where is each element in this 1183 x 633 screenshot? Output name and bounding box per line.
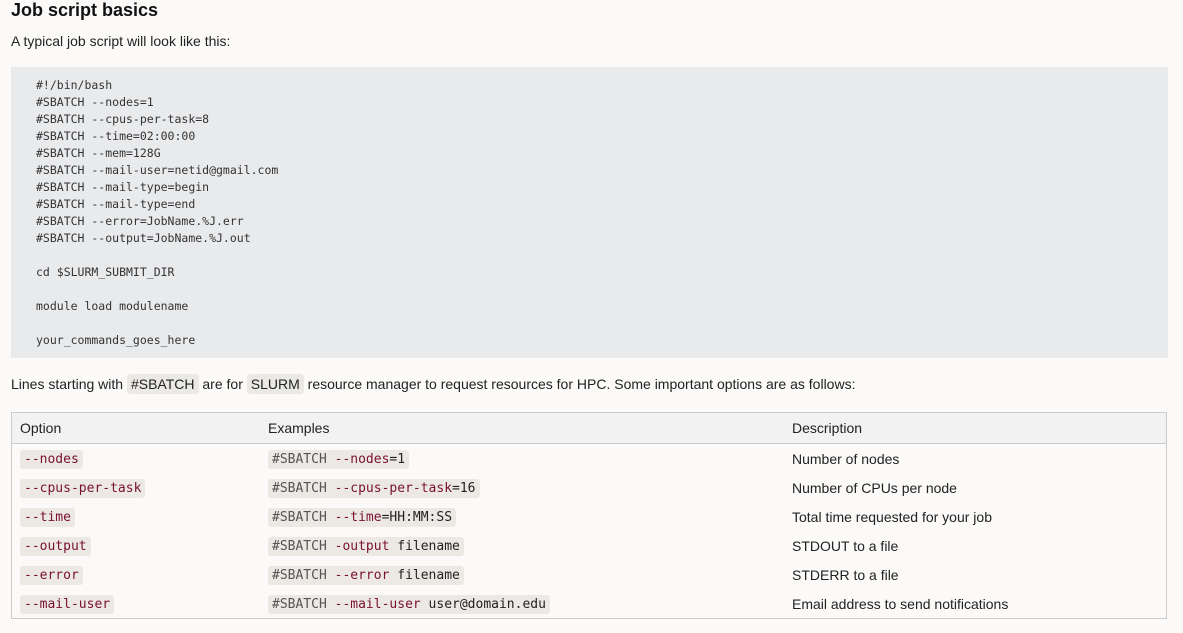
column-header: Description bbox=[784, 413, 1167, 444]
example-prefix: #SBATCH bbox=[272, 510, 335, 525]
options-lead: Lines starting with #SBATCH are for SLUR… bbox=[11, 376, 855, 392]
column-header: Option bbox=[12, 413, 261, 444]
option-code: --time bbox=[20, 508, 75, 527]
example-value: =1 bbox=[389, 452, 405, 467]
example-code: #SBATCH --cpus-per-task=16 bbox=[268, 479, 480, 498]
example-code: #SBATCH --error filename bbox=[268, 566, 464, 585]
option-code: --output bbox=[20, 537, 91, 556]
description: Email address to send notifications bbox=[784, 589, 1167, 619]
intro-text: A typical job script will look like this… bbox=[11, 33, 230, 49]
lead-text: resource manager to request resources fo… bbox=[308, 376, 856, 392]
example-option: --mail-user bbox=[335, 597, 421, 612]
table-row: --mail-user #SBATCH --mail-user user@dom… bbox=[12, 589, 1167, 619]
option-code: --error bbox=[20, 566, 83, 585]
example-prefix: #SBATCH bbox=[272, 568, 335, 583]
example-value: =HH:MM:SS bbox=[382, 510, 452, 525]
example-value: =16 bbox=[452, 481, 475, 496]
option-code: --mail-user bbox=[20, 595, 114, 614]
description: Number of nodes bbox=[784, 444, 1167, 474]
options-table: Option Examples Description --nodes #SBA… bbox=[11, 412, 1167, 619]
example-option: --nodes bbox=[335, 452, 390, 467]
example-prefix: #SBATCH bbox=[272, 452, 335, 467]
description: Total time requested for your job bbox=[784, 502, 1167, 531]
example-prefix: #SBATCH bbox=[272, 597, 335, 612]
example-option: -output bbox=[335, 539, 390, 554]
example-option: --cpus-per-task bbox=[335, 481, 452, 496]
example-code: #SBATCH --mail-user user@domain.edu bbox=[268, 595, 550, 614]
description: STDERR to a file bbox=[784, 560, 1167, 589]
description: STDOUT to a file bbox=[784, 531, 1167, 560]
example-value: filename bbox=[389, 568, 459, 583]
table-row: --error #SBATCH --error filename STDERR … bbox=[12, 560, 1167, 589]
example-prefix: #SBATCH bbox=[272, 481, 335, 496]
inline-code: #SBATCH bbox=[127, 374, 199, 394]
section-title: Job script basics bbox=[11, 0, 158, 21]
example-value: filename bbox=[389, 539, 459, 554]
code-block: #!/bin/bash #SBATCH --nodes=1 #SBATCH --… bbox=[11, 67, 1168, 358]
description: Number of CPUs per node bbox=[784, 473, 1167, 502]
example-option: --time bbox=[335, 510, 382, 525]
example-option: --error bbox=[335, 568, 390, 583]
inline-code: SLURM bbox=[247, 374, 304, 394]
table-row: --nodes #SBATCH --nodes=1 Number of node… bbox=[12, 444, 1167, 474]
column-header: Examples bbox=[260, 413, 784, 444]
example-code: #SBATCH --time=HH:MM:SS bbox=[268, 508, 456, 527]
option-code: --cpus-per-task bbox=[20, 479, 145, 498]
example-value: user@domain.edu bbox=[421, 597, 546, 612]
table-row: --time #SBATCH --time=HH:MM:SS Total tim… bbox=[12, 502, 1167, 531]
table-row: --output #SBATCH -output filename STDOUT… bbox=[12, 531, 1167, 560]
example-code: #SBATCH --nodes=1 bbox=[268, 450, 409, 469]
example-prefix: #SBATCH bbox=[272, 539, 335, 554]
lead-text: Lines starting with bbox=[11, 376, 123, 392]
lead-text: are for bbox=[202, 376, 242, 392]
option-code: --nodes bbox=[20, 450, 83, 469]
example-code: #SBATCH -output filename bbox=[268, 537, 464, 556]
table-row: --cpus-per-task #SBATCH --cpus-per-task=… bbox=[12, 473, 1167, 502]
